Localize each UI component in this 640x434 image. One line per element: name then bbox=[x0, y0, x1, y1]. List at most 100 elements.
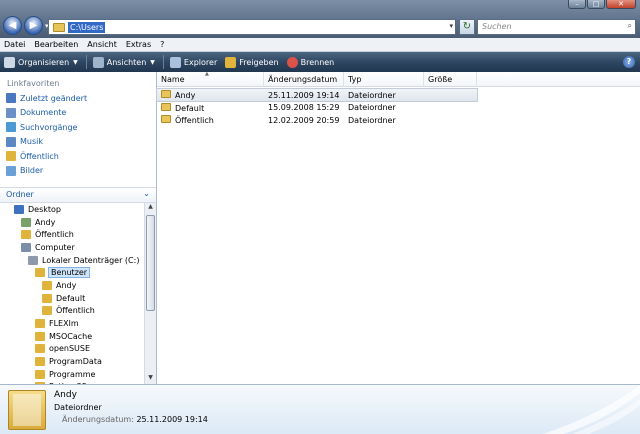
file-list: Name ▲ Änderungsdatum Typ Größe Andy 25.1… bbox=[156, 71, 640, 384]
tree-node[interactable]: Computer bbox=[0, 241, 144, 254]
favorite-label: Bilder bbox=[20, 166, 44, 176]
scroll-down-icon[interactable]: ▼ bbox=[145, 374, 156, 384]
menu-bearbeiten[interactable]: Bearbeiten bbox=[34, 40, 78, 49]
column-type-label: Typ bbox=[348, 75, 362, 84]
details-modified-label: Änderungsdatum: bbox=[62, 415, 134, 424]
tree-node[interactable]: Öffentlich bbox=[0, 228, 144, 241]
favorite-item[interactable]: Dokumente bbox=[0, 106, 156, 121]
tree-node[interactable]: ProgramData bbox=[0, 355, 144, 368]
tree-node[interactable]: Programme bbox=[0, 368, 144, 381]
favorite-item[interactable]: Suchvorgänge bbox=[0, 120, 156, 135]
address-bar[interactable]: C:\Users ▾ bbox=[48, 19, 456, 35]
column-date[interactable]: Änderungsdatum bbox=[264, 72, 344, 87]
favorite-item[interactable]: Zuletzt geändert bbox=[0, 91, 156, 106]
recent-icon bbox=[6, 93, 16, 104]
folder-icon bbox=[21, 230, 31, 240]
scrollbar-thumb[interactable] bbox=[146, 215, 155, 311]
tree-node[interactable]: openSUSE bbox=[0, 343, 144, 356]
favorite-item[interactable]: Musik bbox=[0, 135, 156, 150]
cell-text: 25.11.2009 19:14 bbox=[268, 90, 340, 100]
table-row[interactable]: Default 15.09.2008 15:29 Dateiordner bbox=[157, 102, 477, 114]
tree-node[interactable]: Andy bbox=[0, 216, 144, 229]
folder-icon bbox=[35, 319, 45, 329]
cell-date: 12.02.2009 20:59 bbox=[264, 116, 344, 125]
search-icon[interactable]: ⌕ bbox=[628, 21, 632, 31]
details-pane: Andy Dateiordner Änderungsdatum: 25.11.2… bbox=[0, 384, 640, 434]
address-path[interactable]: C:\Users bbox=[68, 21, 106, 33]
tree-node[interactable]: Desktop bbox=[0, 203, 144, 216]
folders-header[interactable]: Ordner ⌄ bbox=[0, 187, 156, 203]
menu-datei[interactable]: Datei bbox=[4, 40, 25, 49]
minimize-button[interactable]: – bbox=[568, 0, 586, 9]
tree-node[interactable]: Andy bbox=[0, 279, 144, 292]
tree-node-label: openSUSE bbox=[49, 344, 91, 354]
maximize-button[interactable]: □ bbox=[587, 0, 605, 9]
pictures-icon bbox=[6, 165, 16, 176]
cell-type: Dateiordner bbox=[344, 116, 424, 125]
explorer-button[interactable]: Explorer bbox=[169, 56, 218, 68]
tree-node-label: Programme bbox=[49, 369, 96, 379]
tree-node-label: Andy bbox=[35, 217, 56, 227]
menu-ansicht[interactable]: Ansicht bbox=[87, 40, 117, 49]
chevron-down-icon: ▼ bbox=[150, 58, 155, 66]
organize-icon bbox=[4, 56, 15, 68]
details-modified-value: 25.11.2009 19:14 bbox=[136, 415, 208, 424]
search-input[interactable]: Suchen ⌕ bbox=[477, 19, 636, 35]
share-icon bbox=[225, 56, 237, 68]
tree-node[interactable]: MSOCache bbox=[0, 330, 144, 343]
favorite-item[interactable]: Öffentlich bbox=[0, 149, 156, 164]
close-button[interactable]: ✕ bbox=[606, 0, 636, 9]
scroll-up-icon[interactable]: ▲ bbox=[145, 203, 156, 213]
cell-text: Default bbox=[175, 103, 205, 113]
column-size[interactable]: Größe bbox=[424, 72, 477, 87]
tree-node[interactable]: Öffentlich bbox=[0, 305, 144, 318]
folder-icon bbox=[35, 268, 45, 278]
tree-node-label: Andy bbox=[56, 280, 77, 290]
burn-icon bbox=[286, 56, 298, 68]
column-header-row: Name ▲ Änderungsdatum Typ Größe bbox=[157, 71, 640, 87]
tree-node[interactable]: FLEXlm bbox=[0, 317, 144, 330]
folder-icon bbox=[35, 357, 45, 367]
views-button[interactable]: Ansichten ▼ bbox=[92, 56, 155, 68]
folder-icon bbox=[42, 306, 52, 316]
folder-icon bbox=[6, 151, 16, 162]
cell-name: Andy bbox=[157, 90, 264, 100]
column-type[interactable]: Typ bbox=[344, 72, 424, 87]
tree-node-label: Öffentlich bbox=[35, 230, 74, 240]
favorites-list: Zuletzt geändert Dokumente Suchvorgänge Mus… bbox=[0, 91, 156, 178]
chevron-down-icon[interactable]: ⌄ bbox=[143, 189, 150, 198]
forward-button[interactable]: ▶ bbox=[24, 16, 43, 35]
tree-node-label: ProgramData bbox=[49, 357, 102, 367]
share-button[interactable]: Freigeben bbox=[225, 56, 279, 68]
tree-node[interactable]: Benutzer bbox=[0, 266, 144, 279]
favorites-header: Linkfavoriten bbox=[7, 79, 60, 88]
tree-node[interactable]: Default bbox=[0, 292, 144, 305]
address-dropdown-icon[interactable]: ▾ bbox=[449, 22, 453, 30]
decorative-swoosh bbox=[542, 385, 640, 434]
back-button[interactable]: ◀ bbox=[3, 16, 22, 35]
favorite-item[interactable]: Bilder bbox=[0, 164, 156, 179]
details-modified: Änderungsdatum: 25.11.2009 19:14 bbox=[62, 415, 208, 424]
folder-tree-scrollbar[interactable]: ▲ ▼ bbox=[144, 203, 156, 384]
favorite-label: Dokumente bbox=[20, 108, 67, 118]
help-icon[interactable]: ? bbox=[623, 56, 635, 68]
menu-extras[interactable]: Extras bbox=[126, 40, 151, 49]
command-bar: Organisieren ▼ Ansichten ▼ Explorer Frei… bbox=[0, 52, 640, 72]
toolbar-divider bbox=[162, 55, 164, 69]
column-name[interactable]: Name ▲ bbox=[157, 71, 264, 87]
tree-node[interactable]: Lokaler Datenträger (C:) bbox=[0, 254, 144, 267]
menu-help[interactable]: ? bbox=[160, 40, 164, 49]
favorite-label: Suchvorgänge bbox=[20, 122, 78, 132]
user-icon bbox=[21, 217, 31, 227]
burn-button[interactable]: Brennen bbox=[286, 56, 334, 68]
table-row[interactable]: Andy 25.11.2009 19:14 Dateiordner bbox=[156, 88, 478, 102]
folder-icon bbox=[35, 331, 45, 341]
explorer-label: Explorer bbox=[183, 57, 218, 67]
tree-node-label: MSOCache bbox=[49, 331, 93, 341]
table-row[interactable]: Öffentlich 12.02.2009 20:59 Dateiordner bbox=[157, 114, 477, 126]
refresh-button[interactable]: ↻ bbox=[459, 19, 475, 35]
folder-icon bbox=[42, 293, 52, 303]
folder-icon bbox=[53, 22, 65, 32]
organize-button[interactable]: Organisieren ▼ bbox=[4, 56, 78, 68]
folder-icon bbox=[42, 280, 52, 290]
